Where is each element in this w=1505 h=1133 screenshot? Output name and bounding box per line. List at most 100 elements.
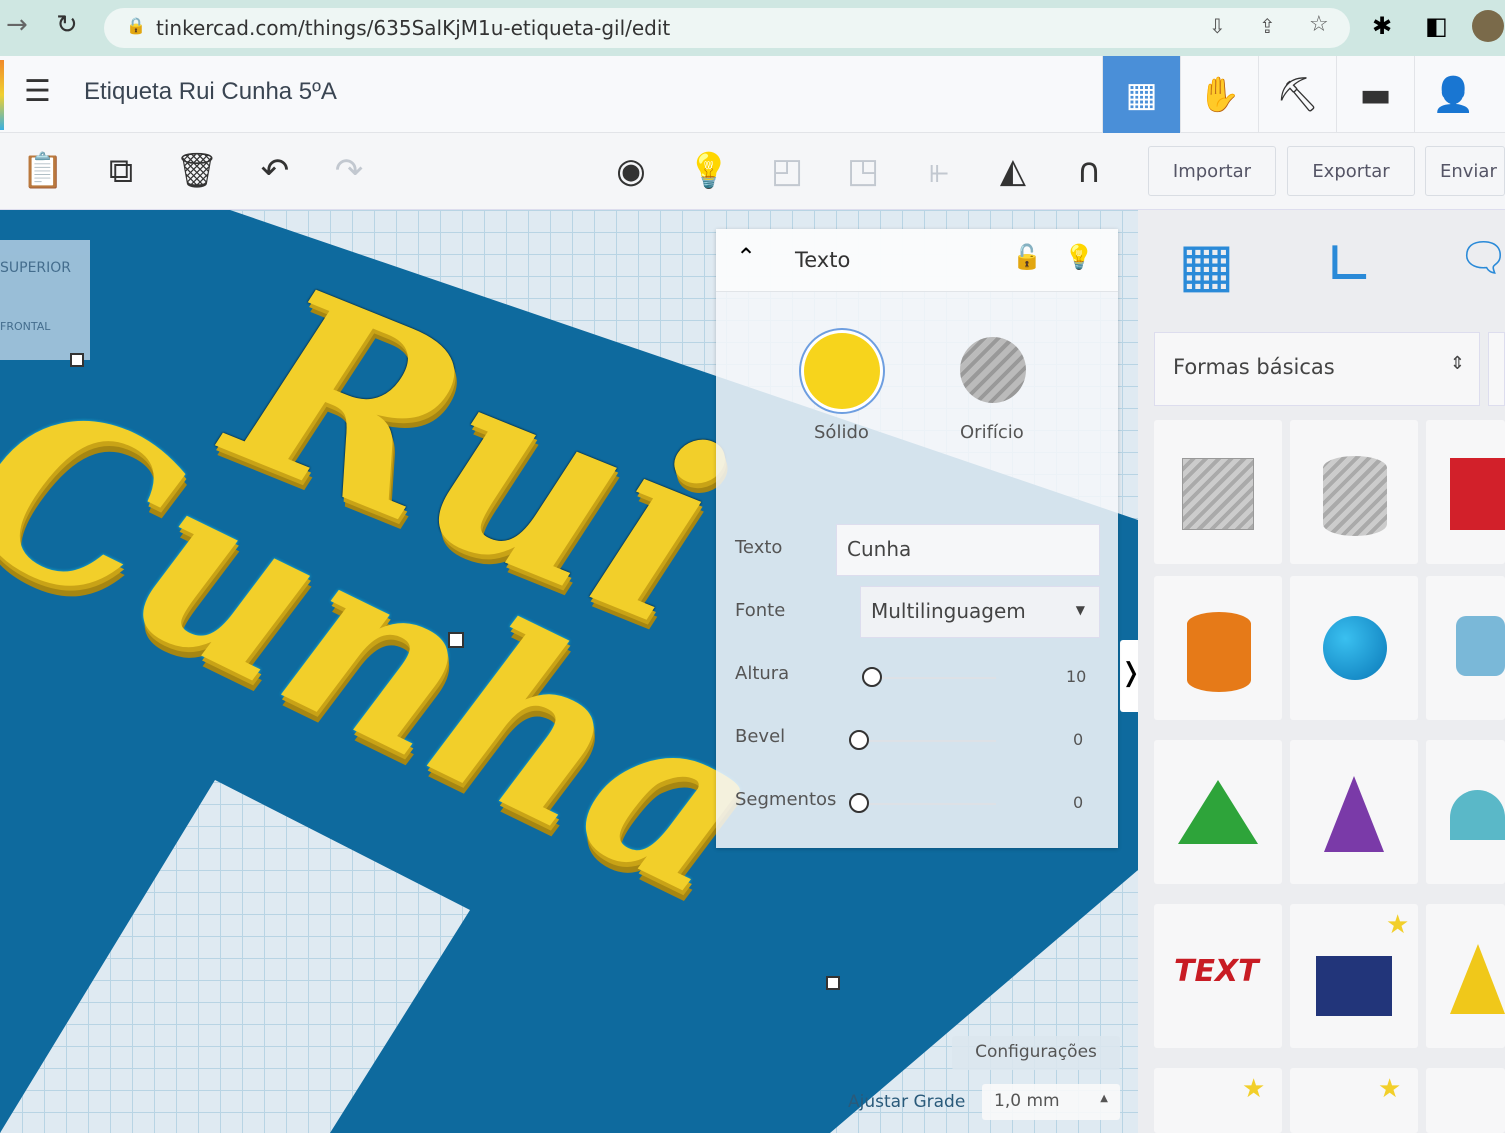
segments-value[interactable]: 0 (1073, 793, 1083, 812)
shape-scribble[interactable] (1426, 576, 1505, 720)
shape-box-hole[interactable] (1154, 420, 1282, 564)
collapse-sidebar-button[interactable]: ❭ (1120, 640, 1138, 712)
height-slider[interactable] (866, 677, 996, 679)
view-cube-top[interactable]: SUPERIOR (0, 260, 71, 276)
undo-icon[interactable]: ↶ (250, 151, 300, 191)
font-value: Multilinguagem (871, 599, 1026, 623)
solid-option[interactable] (804, 333, 880, 409)
redo-icon[interactable]: ↷ (324, 151, 374, 191)
import-button[interactable]: Importar (1148, 146, 1276, 196)
delete-icon[interactable]: 🗑 (172, 151, 222, 191)
shape-polygon[interactable]: ★ (1290, 904, 1418, 1048)
updown-icon: ⇕ (1449, 353, 1465, 374)
font-label: Fonte (735, 600, 786, 621)
url-text: tinkercad.com/things/635SalKjM1u-etiquet… (156, 16, 671, 40)
brick-icon: ▬ (1359, 74, 1392, 115)
hole-label: Orifício (960, 422, 1024, 443)
shape-cylinder-hole[interactable] (1290, 420, 1418, 564)
shape-round-roof[interactable] (1426, 740, 1505, 884)
forward-icon[interactable]: → (6, 10, 28, 40)
panel-title: Texto (795, 248, 851, 272)
lock-icon: 🔒 (126, 16, 146, 35)
shape-library-select[interactable]: Formas básicas ⇕ (1154, 332, 1480, 406)
font-select[interactable]: Multilinguagem ▼ (860, 586, 1100, 638)
height-value[interactable]: 10 (1066, 667, 1086, 686)
workplane-icon[interactable]: ▦ (1178, 230, 1235, 300)
search-box[interactable] (1488, 332, 1505, 406)
duplicate-icon[interactable]: ⧉ (96, 151, 146, 191)
shape-cylinder[interactable] (1154, 576, 1282, 720)
send-button[interactable]: Enviar p (1425, 146, 1505, 196)
caret-down-icon: ▼ (1075, 603, 1085, 617)
logo-stripe (0, 60, 4, 130)
resize-handle[interactable] (826, 976, 840, 990)
group-icon[interactable]: ◰ (762, 151, 812, 191)
url-bar[interactable]: 🔒 tinkercad.com/things/635SalKjM1u-etiqu… (104, 8, 1350, 48)
shape-roof[interactable] (1154, 740, 1282, 884)
segments-label: Segmentos (735, 789, 837, 810)
3d-view-button[interactable]: ▦ (1102, 56, 1180, 133)
toolbar: 📋 ⧉ 🗑 ↶ ↷ ◉ 💡 ◰ ◳ ⫦ ◭ ∩ Importar Exporta… (0, 133, 1505, 210)
segments-slider[interactable] (856, 803, 996, 805)
minecraft-button[interactable]: ⛏ (1258, 56, 1336, 133)
segments-slider-knob[interactable] (849, 793, 869, 813)
menu-list-icon[interactable]: ☰ (24, 74, 51, 109)
avatar[interactable] (1472, 10, 1504, 42)
unlock-icon[interactable]: 🔓 (1012, 243, 1042, 271)
text-input[interactable]: Cunha (836, 524, 1100, 576)
shape-half-sphere[interactable]: ★ (1154, 1068, 1282, 1133)
snap-grid-value: 1,0 mm (994, 1091, 1060, 1111)
shape-sphere[interactable] (1290, 576, 1418, 720)
height-label: Altura (735, 663, 790, 684)
lightbulb-icon[interactable]: 💡 (1064, 243, 1094, 271)
add-user-button[interactable]: 👤 (1414, 56, 1492, 133)
shape-box[interactable] (1426, 420, 1505, 564)
bevel-value[interactable]: 0 (1073, 730, 1083, 749)
height-slider-knob[interactable] (862, 667, 882, 687)
panel-header: ⌃ Texto 🔓 💡 (716, 229, 1118, 292)
shape-text[interactable]: TEXT (1154, 904, 1282, 1048)
reload-icon[interactable]: ↻ (56, 10, 78, 40)
bricks-button[interactable]: ▬ (1336, 56, 1414, 133)
share-icon[interactable]: ⇪ (1259, 14, 1276, 38)
hole-option[interactable] (960, 337, 1026, 403)
shape-inspector-panel: ⌃ Texto 🔓 💡 Sólido Orifício Texto Cunha … (716, 229, 1118, 848)
shape-cone[interactable] (1290, 740, 1418, 884)
height-handle[interactable] (448, 632, 464, 648)
install-icon[interactable]: ⇩ (1209, 14, 1226, 38)
star-icon[interactable]: ☆ (1309, 12, 1329, 37)
shape-pentagon[interactable]: ★ (1290, 1068, 1418, 1133)
extensions-icon[interactable]: ✱ (1372, 12, 1392, 40)
resize-handle[interactable] (70, 353, 84, 367)
shape-pyramid[interactable] (1426, 904, 1505, 1048)
view-cube-front[interactable]: FRONTAL (0, 320, 50, 333)
ungroup-icon[interactable]: ◳ (838, 151, 888, 191)
design-title[interactable]: Etiqueta Rui Cunha 5ºA (84, 78, 337, 106)
notes-icon[interactable]: 🗨 (1458, 234, 1505, 281)
bevel-slider-knob[interactable] (849, 730, 869, 750)
view-cube[interactable]: SUPERIOR FRONTAL (0, 240, 90, 360)
snap-grid-select[interactable]: 1,0 mm ▲ (982, 1084, 1120, 1120)
ruler-icon[interactable]: ∟ (1324, 230, 1374, 300)
solid-label: Sólido (814, 422, 869, 443)
settings-button[interactable]: Configurações (952, 1036, 1120, 1070)
collapse-chevron-icon[interactable]: ⌃ (736, 243, 756, 271)
grid-icon: ▦ (1125, 74, 1158, 115)
caret-up-icon: ▲ (1100, 1093, 1108, 1104)
circuits-button[interactable]: ✋ (1180, 56, 1258, 133)
star-icon: ★ (1386, 910, 1410, 940)
shape-paraboloid[interactable] (1426, 1068, 1505, 1133)
export-button[interactable]: Exportar (1287, 146, 1415, 196)
bevel-label: Bevel (735, 726, 786, 747)
magnet-icon[interactable]: ∩ (1064, 151, 1114, 191)
shapes-sidebar: ▦ ∟ 🗨 Formas básicas ⇕ TEXT ★ ★ ★ (1138, 210, 1505, 1133)
notes-icon[interactable]: ◉ (606, 151, 656, 191)
browser-bar: → ↻ 🔒 tinkercad.com/things/635SalKjM1u-e… (0, 0, 1505, 56)
align-icon[interactable]: ⫦ (914, 151, 964, 191)
lightbulb-icon[interactable]: 💡 (684, 151, 734, 191)
bevel-slider[interactable] (856, 740, 996, 742)
mirror-icon[interactable]: ◭ (988, 151, 1038, 191)
sidepanel-icon[interactable]: ◧ (1425, 12, 1448, 40)
pickaxe-icon: ⛏ (1275, 74, 1320, 115)
paste-icon[interactable]: 📋 (18, 151, 68, 191)
